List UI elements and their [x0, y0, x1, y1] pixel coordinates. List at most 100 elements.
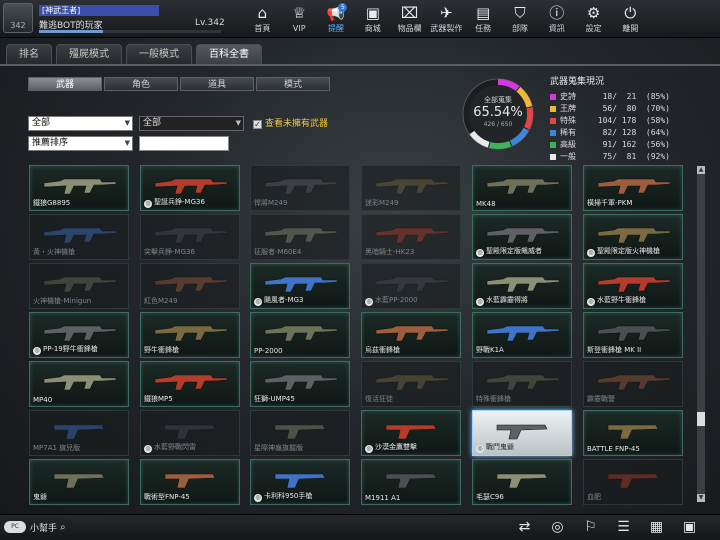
weapon-card[interactable]: ◎ PP-19野牛衝鋒槍	[29, 312, 129, 358]
player-title-badge: [神武王者]	[39, 5, 159, 16]
tab-1[interactable]: 殭屍模式	[56, 44, 122, 64]
checklist-icon[interactable]: ☰	[607, 516, 640, 538]
weapon-card[interactable]: 紅色M249	[140, 263, 240, 309]
weapon-card[interactable]: ◎ 卡利科950手槍	[250, 459, 350, 505]
weapon-card[interactable]: 鬼爺	[29, 459, 129, 505]
search-input[interactable]	[139, 136, 229, 151]
nav-item-gear[interactable]: ⚙ 設定	[575, 2, 612, 36]
weapon-card[interactable]: PP-2000	[250, 312, 350, 358]
weapon-name: ◎ 卡利科950手槍	[254, 491, 312, 502]
weapon-card[interactable]: M1911 A1	[361, 459, 461, 505]
weapon-card[interactable]: 黃・火神機槍	[29, 214, 129, 260]
weapon-card[interactable]: MP7A1 旗兒版	[29, 410, 129, 456]
weapon-card[interactable]: 突擊兵錚-MG36	[140, 214, 240, 260]
weapon-card[interactable]: ◎ 聖殿限定版飆威者	[472, 214, 572, 260]
gallery-icon[interactable]: ▣	[673, 516, 706, 538]
sub-tabs: 武器 角色 道具 模式	[28, 77, 330, 91]
avatar[interactable]: 342	[3, 3, 33, 33]
subtab-0[interactable]: 武器	[28, 77, 102, 91]
runner-icon[interactable]: ⚐	[574, 516, 607, 538]
nav-item-label: 物品欄	[397, 24, 422, 33]
weapon-card[interactable]: 迷彩M249	[361, 165, 461, 211]
weapon-image	[597, 374, 671, 391]
subtab-1[interactable]: 角色	[104, 77, 178, 91]
weapon-card[interactable]: ◎ 水藍霹靂得將	[472, 263, 572, 309]
tab-2[interactable]: 一般模式	[126, 44, 192, 64]
nav-item-ticket[interactable]: ▤ 任務	[465, 2, 502, 36]
nav-item-shield[interactable]: ⛉ 部隊	[502, 2, 539, 36]
weapon-card[interactable]: 橫掃千軍-PKM	[583, 165, 683, 211]
weapon-name-text: M1911 A1	[365, 494, 401, 502]
weapon-card[interactable]: 黑暗騎士-HK23	[361, 214, 461, 260]
search-icon[interactable]: ⌕	[60, 522, 66, 533]
nav-item-megaphone[interactable]: 📢 提醒 5	[318, 2, 355, 36]
weapon-card[interactable]: ◎ 颶風者-MG3	[250, 263, 350, 309]
weapon-card[interactable]: 烏茲衝鋒槍	[361, 312, 461, 358]
calendar-icon[interactable]: ▦	[640, 516, 673, 538]
nav-item-label: VIP	[292, 24, 306, 33]
weapon-card[interactable]: 狂獅-UMP45	[250, 361, 350, 407]
nav-item-power[interactable]: ⏻ 離開	[612, 2, 649, 36]
weapon-card[interactable]: 霹靂戰警	[583, 361, 683, 407]
scroll-thumb[interactable]	[697, 412, 705, 426]
weapon-card[interactable]: 野牛衝鋒槍	[140, 312, 240, 358]
weapon-card[interactable]: 斯登衝鋒槍 MK II	[583, 312, 683, 358]
scroll-down-icon[interactable]: ▼	[697, 494, 705, 502]
nav-item-backpack[interactable]: ⌧ 物品欄	[391, 2, 428, 36]
nav-item-shop[interactable]: ▣ 商城	[354, 2, 391, 36]
nav-item-vip-crown[interactable]: ♕ VIP	[281, 2, 318, 36]
collection-percent: 65.54%	[473, 105, 523, 120]
rarity-name: 一般	[560, 152, 576, 161]
backpack-icon: ⌧	[400, 4, 419, 22]
weapon-card[interactable]: ◎ 水藍野戰閃雷	[140, 410, 240, 456]
weapon-card[interactable]: 鐵狼G8895	[29, 165, 129, 211]
tab-0[interactable]: 排名	[6, 44, 52, 64]
weapon-card[interactable]: 星際神龜旗握版	[250, 410, 350, 456]
weapon-name-text: 烏茲衝鋒槍	[365, 346, 400, 354]
exp-bar-fill	[39, 30, 103, 33]
weapon-card[interactable]: ◎ 聖殿限定版火神機槍	[583, 214, 683, 260]
chat-helper[interactable]: PC 小幫手 ⌕	[4, 519, 66, 535]
player-profile[interactable]: 342 [神武王者] 難逃BOT的玩家 Lv.342	[3, 3, 225, 35]
subtab-2[interactable]: 道具	[180, 77, 254, 91]
weapon-card[interactable]: 征服者-M60E4	[250, 214, 350, 260]
weapon-card[interactable]: ◎ 沙漠金鷹雙擊	[361, 410, 461, 456]
chat-toggle[interactable]: PC	[4, 521, 26, 533]
weapon-card[interactable]: 野戰K1A	[472, 312, 572, 358]
grid-scrollbar[interactable]: ▲ ▼	[697, 166, 705, 502]
scroll-up-icon[interactable]: ▲	[697, 166, 705, 174]
weapon-card[interactable]: 血肥	[583, 459, 683, 505]
chevron-down-icon: ▼	[124, 119, 130, 127]
sort-select[interactable]: 推薦排序 ▼	[28, 136, 133, 151]
weapon-name-text: 野戰K1A	[476, 346, 504, 354]
weapon-card[interactable]: MK48	[472, 165, 572, 211]
weapon-image	[375, 374, 449, 391]
weapon-card[interactable]: ◎ 戰鬥鬼爺	[472, 410, 572, 456]
filter-category-select[interactable]: 全部 ▼	[28, 116, 133, 131]
filter-type-select[interactable]: 全部 ▼	[139, 116, 244, 131]
weapon-card[interactable]: 特殊衝鋒槍	[472, 361, 572, 407]
weapon-card[interactable]: 鐵狼MP5	[140, 361, 240, 407]
nav-item-label: 武器製作	[430, 24, 463, 33]
nav-item-weapon-craft[interactable]: ✈ 武器製作	[428, 2, 465, 36]
subtab-3[interactable]: 模式	[256, 77, 330, 91]
weapon-name-text: 紅色M249	[144, 297, 178, 305]
swap-icon[interactable]: ⇄	[508, 516, 541, 538]
nav-item-home[interactable]: ⌂ 首頁	[244, 2, 281, 36]
tab-3[interactable]: 百科全書	[196, 44, 262, 64]
nav-item-info[interactable]: ⓘ 資訊	[538, 2, 575, 36]
weapon-card[interactable]: ◎ 水藍野牛衝鋒槍	[583, 263, 683, 309]
show-unowned-checkbox[interactable]: ✓ 查看未擁有武器	[253, 116, 328, 129]
weapon-card[interactable]: 火神機槍-Minigun	[29, 263, 129, 309]
compass-icon[interactable]: ◎	[541, 516, 574, 538]
weapon-card[interactable]: 毛瑟C96	[472, 459, 572, 505]
weapon-card[interactable]: ◎ 聖誕兵錚-MG36	[140, 165, 240, 211]
weapon-image	[375, 276, 449, 293]
weapon-card[interactable]: 悍將M249	[250, 165, 350, 211]
weapon-card[interactable]: 戰術型FNP-45	[140, 459, 240, 505]
weapon-card[interactable]: BATTLE FNP-45	[583, 410, 683, 456]
weapon-image	[486, 276, 560, 293]
weapon-card[interactable]: ◎ 水藍PP-2000	[361, 263, 461, 309]
weapon-card[interactable]: MP40	[29, 361, 129, 407]
weapon-card[interactable]: 復活狂徒	[361, 361, 461, 407]
